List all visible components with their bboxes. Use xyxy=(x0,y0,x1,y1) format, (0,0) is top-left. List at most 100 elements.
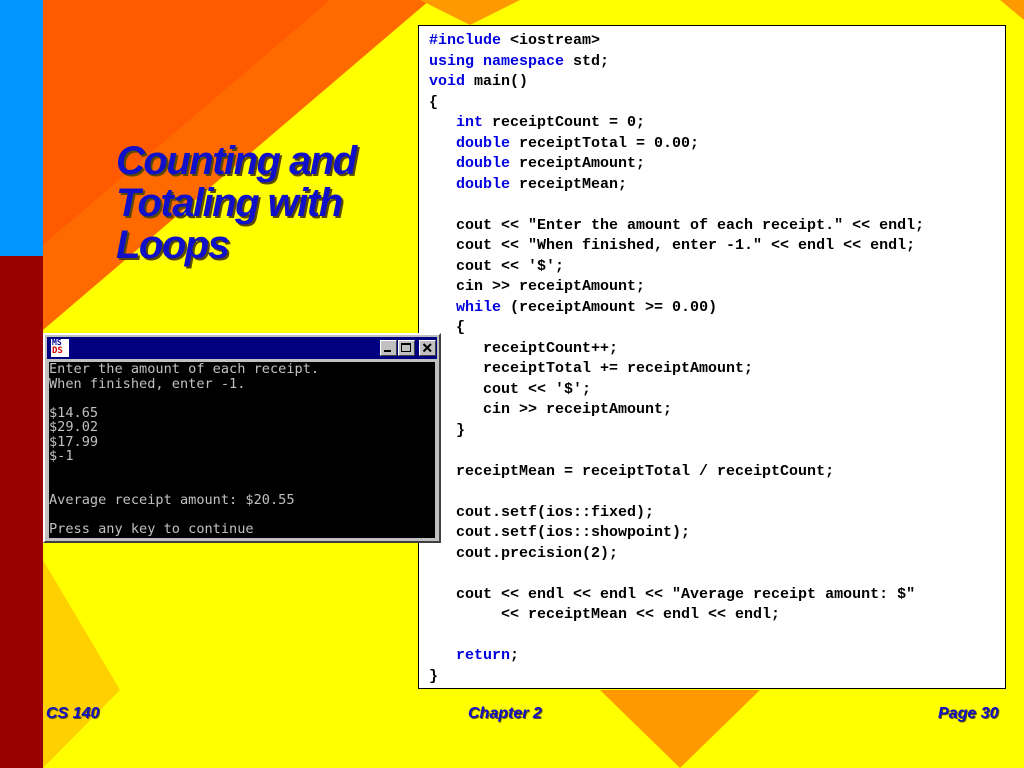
console-screen[interactable]: Enter the amount of each receipt. When f… xyxy=(49,362,435,538)
code-line: while (receiptAmount >= 0.00) xyxy=(429,298,1005,319)
close-button[interactable] xyxy=(419,340,436,356)
minimize-button[interactable] xyxy=(380,340,397,356)
code-line: { xyxy=(429,318,1005,339)
code-token: cout << '$'; xyxy=(429,257,565,275)
code-line: double receiptTotal = 0.00; xyxy=(429,134,1005,155)
code-line: #include <iostream> xyxy=(429,31,1005,52)
code-line: cout.setf(ios::showpoint); xyxy=(429,523,1005,544)
msdos-icon[interactable]: MS DS xyxy=(51,339,69,357)
code-token: cin >> receiptAmount; xyxy=(429,401,673,418)
code-keyword: while xyxy=(456,298,502,316)
code-line: return; xyxy=(429,646,1005,667)
code-line: } xyxy=(429,667,1005,688)
code-token: { xyxy=(429,93,439,111)
code-keyword: #include xyxy=(429,32,502,49)
code-line: << receiptMean << endl << endl; xyxy=(429,605,1005,626)
code-token: cin >> receiptAmount; xyxy=(429,278,646,295)
code-line: int receiptCount = 0; xyxy=(429,113,1005,134)
code-token: (receiptAmount >= 0.00) xyxy=(501,298,718,316)
title-line-1: Counting and xyxy=(116,139,357,183)
code-token: } xyxy=(429,667,439,685)
code-token: cout << "Enter the amount of each receip… xyxy=(429,216,925,234)
code-token: receiptCount = 0; xyxy=(483,114,646,131)
console-line: $-1 xyxy=(49,448,74,464)
code-listing: #include <iostream> using namespace std; v… xyxy=(418,25,1006,689)
code-token: receiptTotal = 0.00; xyxy=(510,134,700,152)
footer-course: CS 140 xyxy=(46,705,100,722)
code-line: cout.precision(2); xyxy=(429,544,1005,565)
code-token: cout.precision(2); xyxy=(429,544,619,562)
footer-page-number: Page 30 xyxy=(938,705,999,722)
code-line: cout << '$'; xyxy=(429,380,1005,401)
code-token: cout << "When finished, enter -1." << en… xyxy=(429,237,916,254)
code-line: cout << "Enter the amount of each receip… xyxy=(429,216,1005,237)
minimize-icon xyxy=(384,350,391,352)
console-line: When finished, enter -1. xyxy=(49,375,246,392)
code-line: double receiptMean; xyxy=(429,175,1005,196)
code-token: cout << '$'; xyxy=(429,380,592,398)
code-line: cout << endl << endl << "Average receipt… xyxy=(429,585,1005,606)
code-line: double receiptAmount; xyxy=(429,154,1005,175)
code-line: receiptCount++; xyxy=(429,339,1005,360)
code-token: receiptTotal += receiptAmount; xyxy=(429,360,754,377)
maximize-icon xyxy=(401,343,411,352)
slide-title: Counting and Totaling with Loops xyxy=(116,140,416,266)
footer-chapter: Chapter 2 xyxy=(468,705,542,722)
code-line: } xyxy=(429,421,1005,442)
code-line: cin >> receiptAmount; xyxy=(429,277,1005,298)
console-window[interactable]: MS DS Enter the amount of each receipt. … xyxy=(43,333,441,543)
code-line: receiptTotal += receiptAmount; xyxy=(429,359,1005,380)
close-icon xyxy=(422,343,432,353)
console-line: Average receipt amount: $20.55 xyxy=(49,491,295,508)
code-keyword: double xyxy=(456,155,511,172)
code-keyword: int xyxy=(456,114,484,131)
code-line: cout.setf(ios::fixed); xyxy=(429,503,1005,524)
code-keyword: double xyxy=(456,175,511,193)
code-token: receiptMean; xyxy=(510,175,628,193)
code-token: cout.setf(ios::showpoint); xyxy=(429,524,691,541)
console-line: $29.02 xyxy=(49,419,99,435)
code-keyword: double xyxy=(456,134,511,152)
code-token: receiptMean = receiptTotal / receiptCoun… xyxy=(429,462,835,480)
code-line: using namespace std; xyxy=(429,52,1005,73)
code-keyword: void xyxy=(429,73,466,90)
code-token: << receiptMean << endl << endl; xyxy=(429,606,781,623)
maximize-button[interactable] xyxy=(398,340,415,356)
code-line: cout << '$'; xyxy=(429,257,1005,278)
title-line-2: Totaling with xyxy=(116,181,343,225)
code-text: #include <iostream> using namespace std; v… xyxy=(419,26,1005,687)
console-line: Press any key to continue xyxy=(49,520,254,537)
code-token: cout.setf(ios::fixed); xyxy=(429,503,655,521)
console-titlebar[interactable]: MS DS xyxy=(47,337,437,359)
slide: Counting and Totaling with Loops #includ… xyxy=(0,0,1024,768)
code-token: cout << endl << endl << "Average receipt… xyxy=(429,585,916,603)
code-token: main() xyxy=(465,73,529,90)
console-line: $17.99 xyxy=(49,433,99,450)
code-keyword: using namespace xyxy=(429,52,565,70)
code-token: receiptCount++; xyxy=(429,339,619,357)
code-keyword: return xyxy=(456,647,511,664)
code-token: <iostream> xyxy=(501,32,601,49)
code-line: receiptMean = receiptTotal / receiptCoun… xyxy=(429,462,1005,483)
console-line: $14.65 xyxy=(49,404,99,421)
code-line: cout << "When finished, enter -1." << en… xyxy=(429,236,1005,257)
console-line: Enter the amount of each receipt. xyxy=(49,361,320,377)
code-line: cin >> receiptAmount; xyxy=(429,400,1005,421)
code-token: ; xyxy=(510,647,520,664)
code-line: void main() xyxy=(429,72,1005,93)
title-line-3: Loops xyxy=(116,223,230,267)
code-token: receiptAmount; xyxy=(510,155,646,172)
